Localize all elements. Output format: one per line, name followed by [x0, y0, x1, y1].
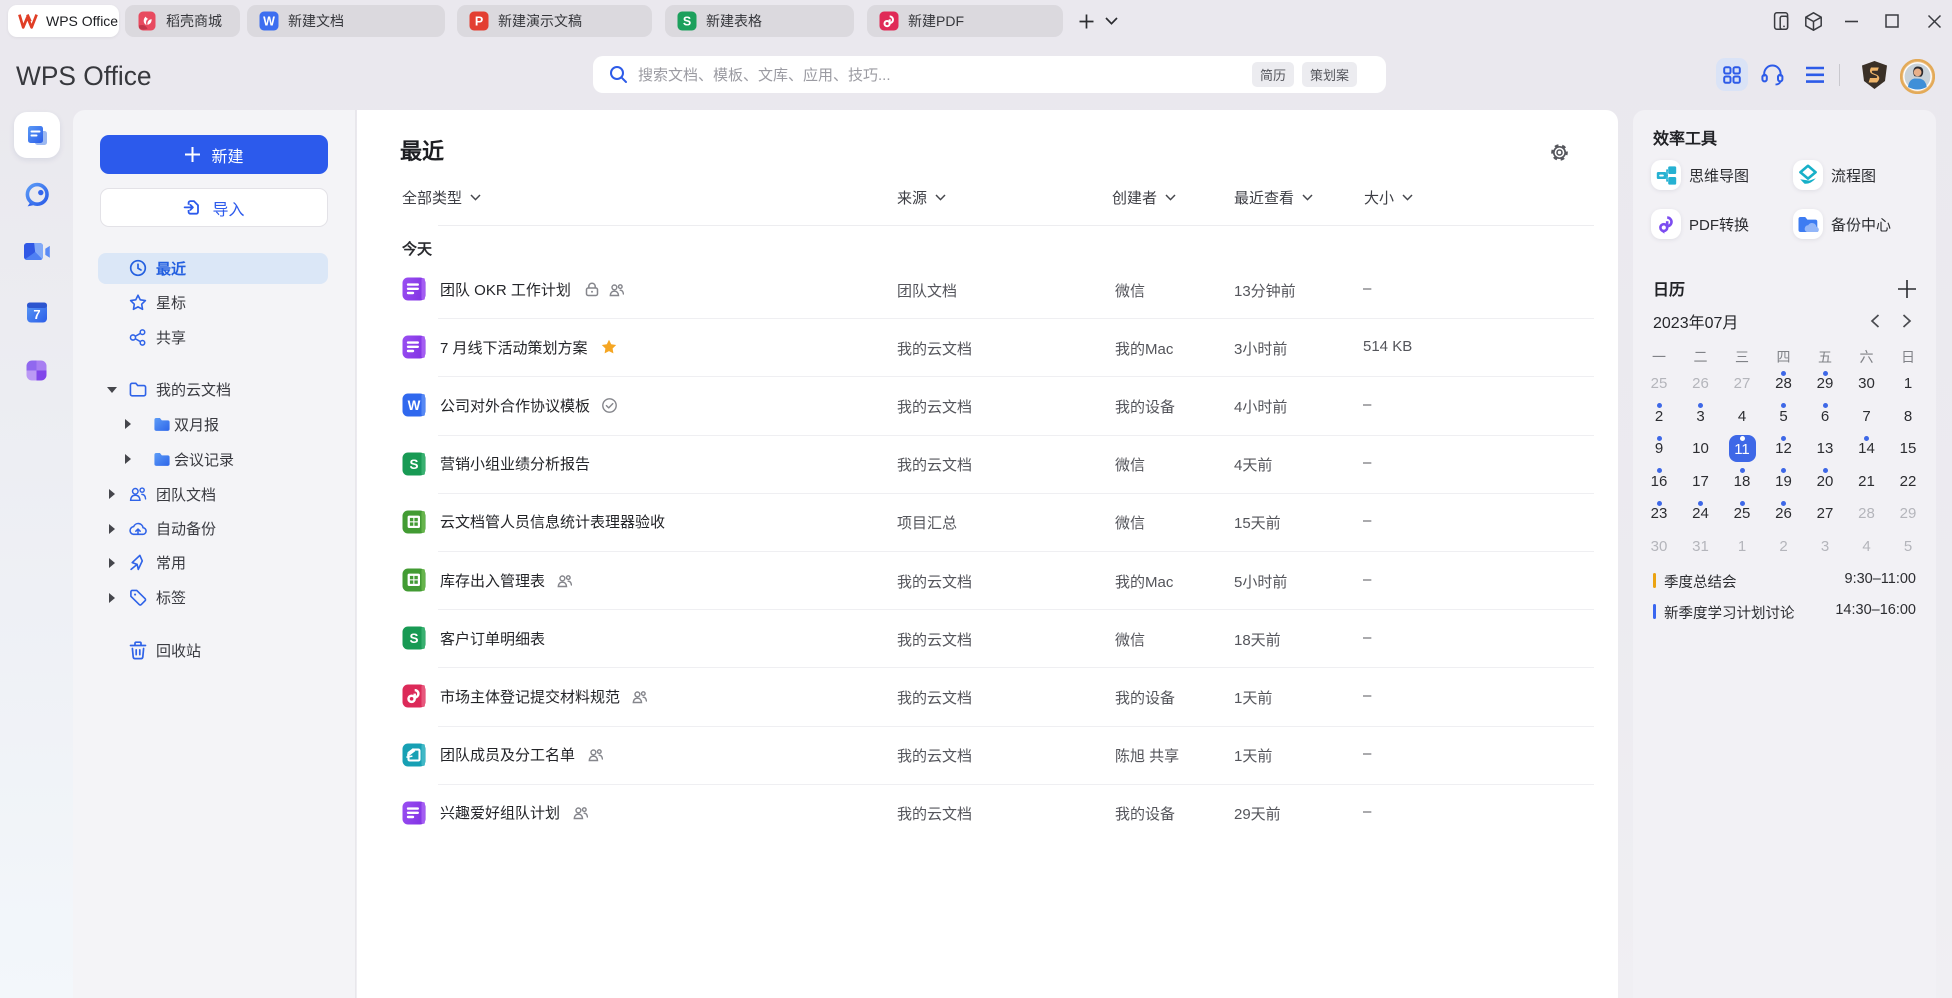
svg-text:S: S: [683, 15, 691, 29]
svg-text:P: P: [475, 15, 483, 29]
svg-text:7: 7: [33, 307, 40, 322]
svg-text:W: W: [263, 15, 275, 29]
